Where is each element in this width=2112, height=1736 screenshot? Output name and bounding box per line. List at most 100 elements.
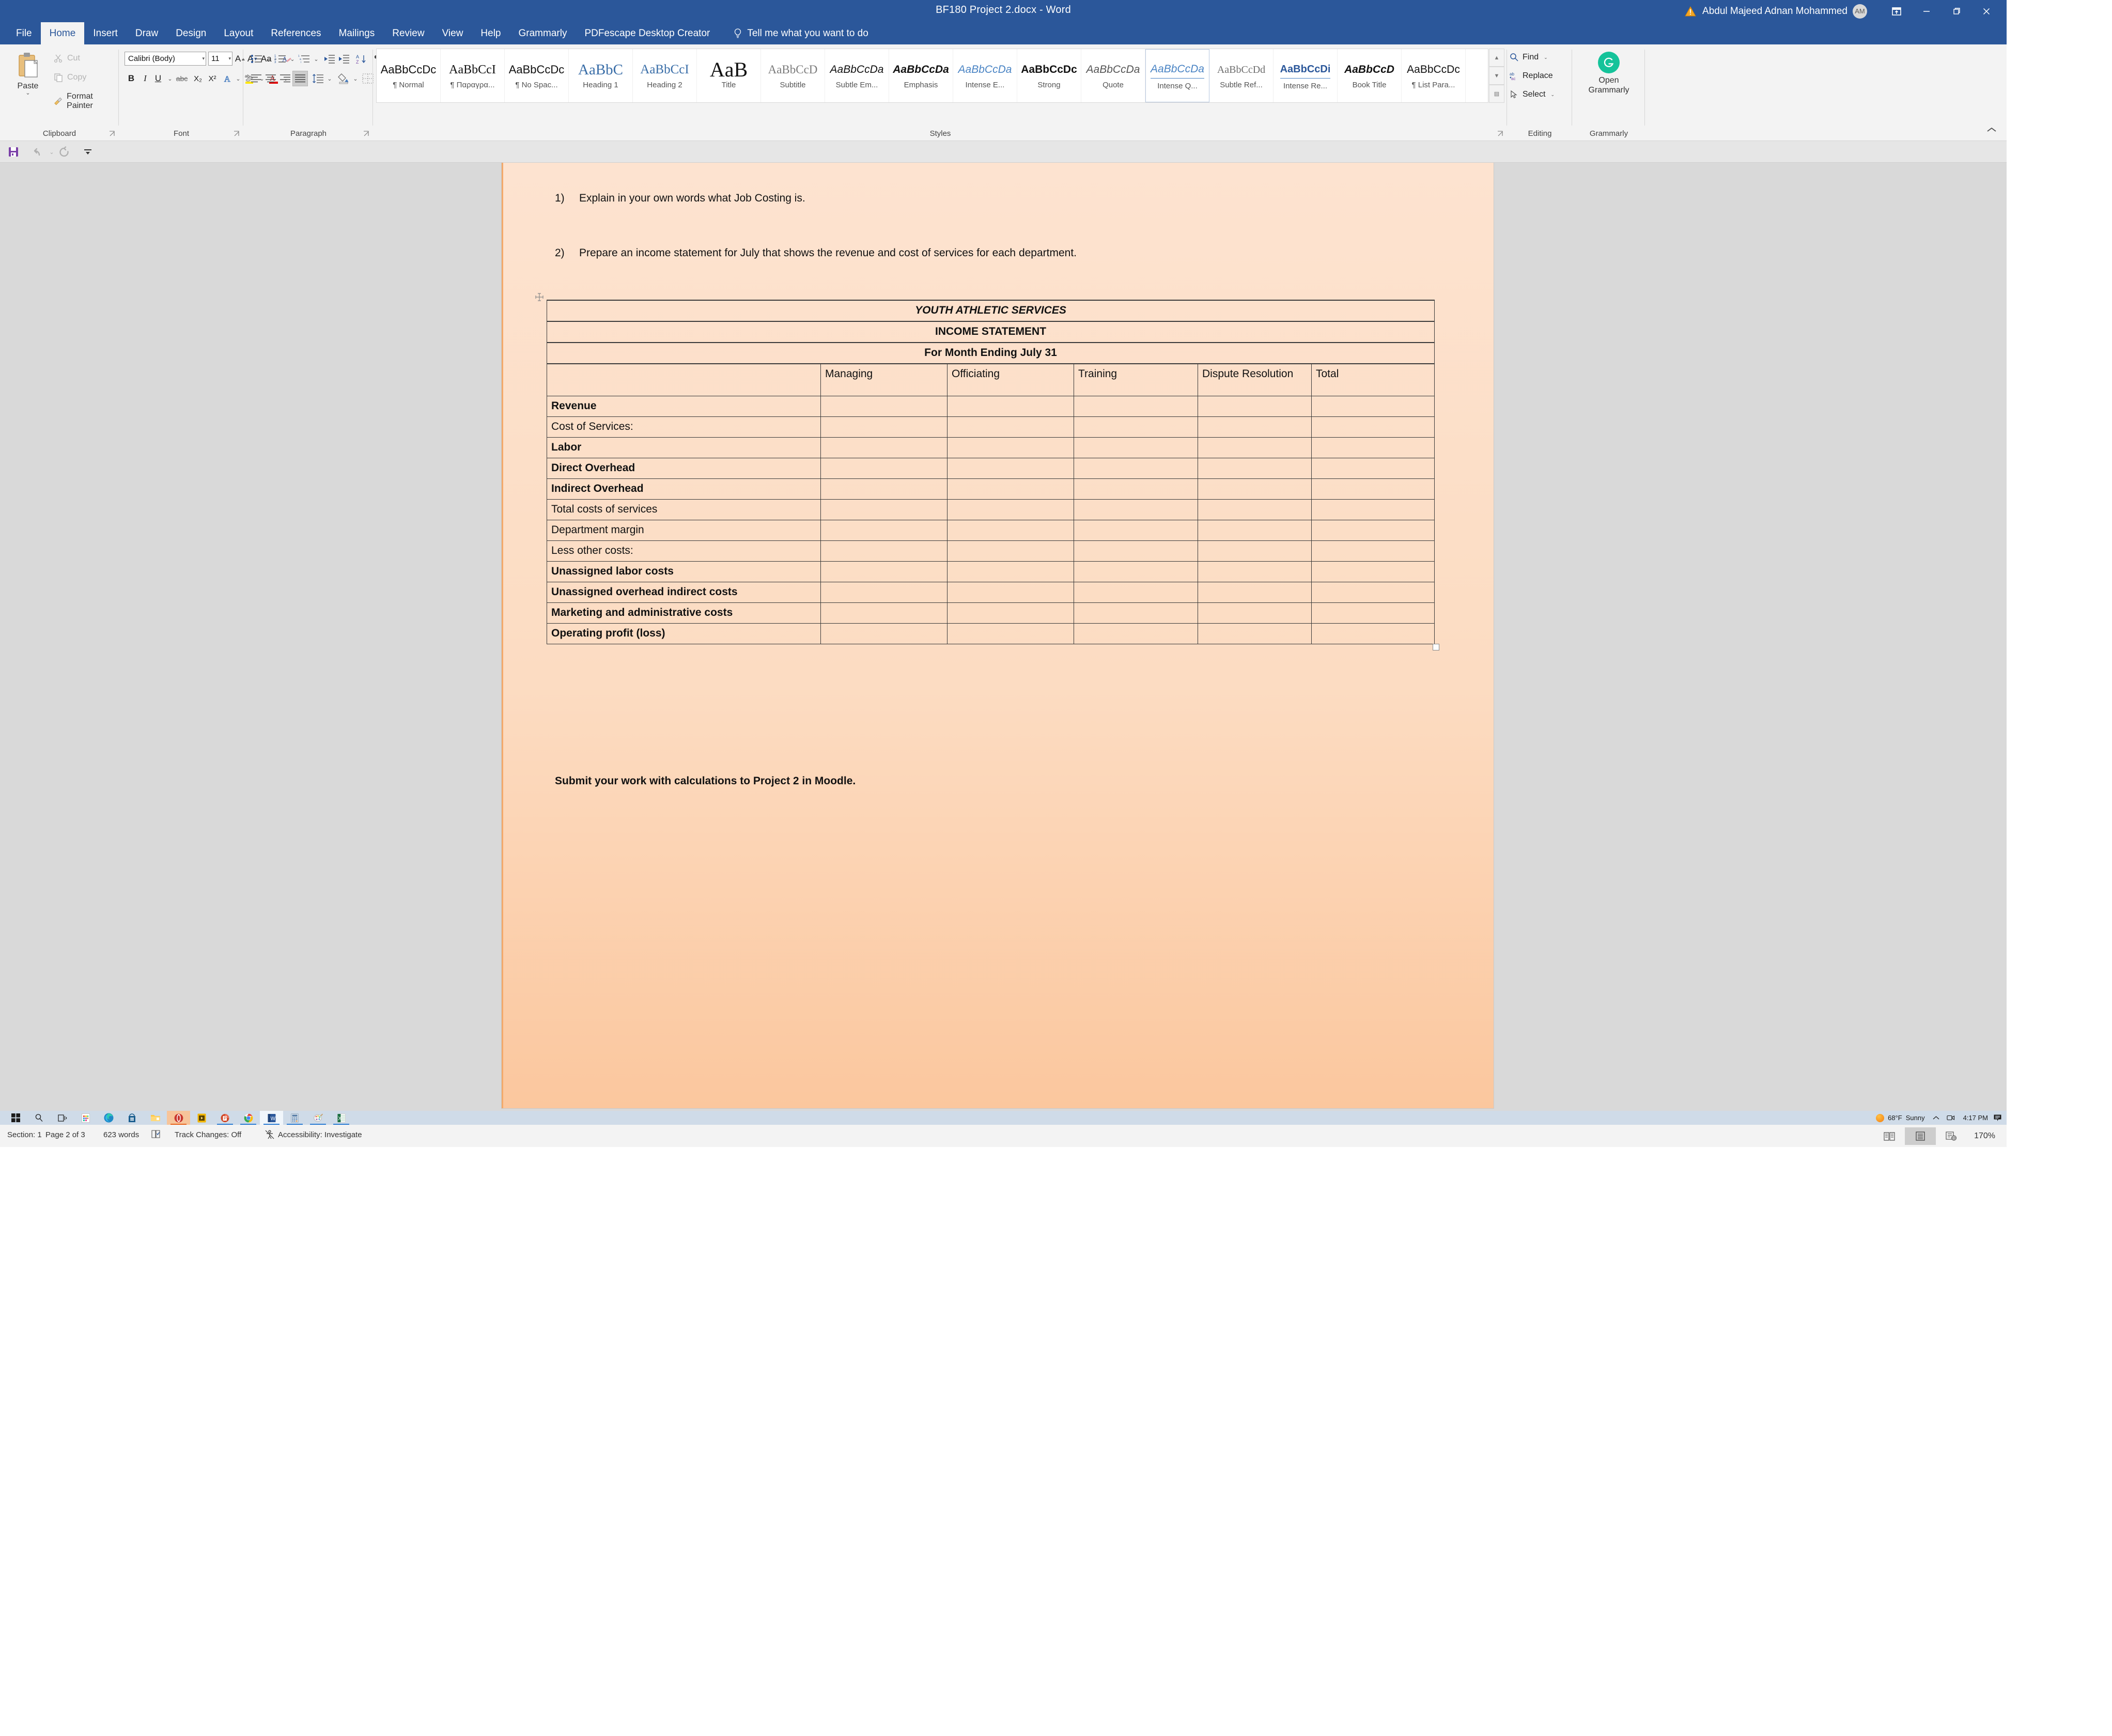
value-cell[interactable] bbox=[1198, 395, 1312, 417]
ribbon-display-options-icon[interactable] bbox=[1882, 0, 1912, 22]
microsoft-store-icon[interactable] bbox=[120, 1111, 144, 1125]
strikethrough-button[interactable]: abc bbox=[174, 71, 190, 86]
media-player-icon[interactable] bbox=[190, 1111, 213, 1125]
numbered-list-icon[interactable]: 123 bbox=[273, 52, 288, 66]
paragraph-dialog-launcher-icon[interactable] bbox=[363, 130, 370, 137]
tab-design[interactable]: Design bbox=[167, 22, 215, 44]
value-cell[interactable] bbox=[1311, 540, 1435, 562]
tab-insert[interactable]: Insert bbox=[84, 22, 127, 44]
value-cell[interactable] bbox=[947, 602, 1074, 624]
value-cell[interactable] bbox=[1074, 561, 1198, 582]
shading-icon[interactable] bbox=[337, 71, 351, 86]
line-spacing-icon[interactable] bbox=[311, 71, 325, 86]
chevron-down-icon[interactable]: ⌄ bbox=[45, 146, 58, 158]
style-item-[interactable]: AaBbCcI ¶ Παραγρα... bbox=[441, 49, 505, 102]
value-cell[interactable] bbox=[1074, 499, 1198, 520]
zoom-level[interactable]: 170% bbox=[1967, 1132, 2007, 1141]
style-item-subtle-em[interactable]: AaBbCcDa Subtle Em... bbox=[825, 49, 889, 102]
chevron-down-icon[interactable]: ⌄ bbox=[9, 90, 46, 96]
value-cell[interactable] bbox=[820, 602, 948, 624]
chevron-down-icon[interactable]: ⌄ bbox=[325, 71, 334, 86]
copy-button[interactable]: Copy bbox=[54, 73, 86, 82]
value-cell[interactable] bbox=[1074, 395, 1198, 417]
customize-quick-access-icon[interactable] bbox=[82, 146, 94, 158]
value-cell[interactable] bbox=[1198, 602, 1312, 624]
google-chrome-icon[interactable] bbox=[237, 1111, 260, 1125]
value-cell[interactable] bbox=[1311, 437, 1435, 458]
align-center-icon[interactable] bbox=[263, 71, 278, 86]
calculator-icon[interactable] bbox=[283, 1111, 306, 1125]
bold-button[interactable]: B bbox=[125, 71, 138, 86]
table-row[interactable]: Operating profit (loss) bbox=[547, 623, 1435, 644]
meet-now-icon[interactable] bbox=[1943, 1114, 1959, 1121]
save-icon[interactable] bbox=[7, 146, 20, 158]
underline-button[interactable]: U bbox=[151, 71, 165, 86]
value-cell[interactable] bbox=[1074, 478, 1198, 500]
tab-home[interactable]: Home bbox=[40, 22, 85, 44]
value-cell[interactable] bbox=[1311, 561, 1435, 582]
value-cell[interactable] bbox=[1311, 581, 1435, 603]
more-styles-icon[interactable]: ▤ bbox=[1489, 85, 1504, 103]
chevron-down-icon[interactable]: ⌄ bbox=[1544, 55, 1548, 60]
table-row[interactable]: Unassigned labor costs bbox=[547, 561, 1435, 582]
style-item-emphasis[interactable]: AaBbCcDa Emphasis bbox=[889, 49, 953, 102]
value-cell[interactable] bbox=[1074, 437, 1198, 458]
value-cell[interactable] bbox=[1311, 499, 1435, 520]
value-cell[interactable] bbox=[1074, 540, 1198, 562]
align-right-icon[interactable] bbox=[278, 71, 292, 86]
style-item-title[interactable]: AaB Title bbox=[697, 49, 761, 102]
search-icon[interactable] bbox=[27, 1111, 51, 1125]
value-cell[interactable] bbox=[1198, 581, 1312, 603]
chevron-down-icon[interactable]: ⌄ bbox=[265, 52, 273, 66]
tab-mailings[interactable]: Mailings bbox=[330, 22, 384, 44]
tab-help[interactable]: Help bbox=[472, 22, 509, 44]
value-cell[interactable] bbox=[1198, 437, 1312, 458]
value-cell[interactable] bbox=[820, 561, 948, 582]
status-section[interactable]: Section: 1 bbox=[7, 1130, 42, 1139]
style-item-intense-q[interactable]: AaBbCcDa Intense Q... bbox=[1145, 49, 1209, 102]
value-cell[interactable] bbox=[1311, 478, 1435, 500]
style-item-subtitle[interactable]: AaBbCcD Subtitle bbox=[761, 49, 825, 102]
style-item-subtle-ref[interactable]: AaBbCcDd Subtle Ref... bbox=[1209, 49, 1274, 102]
decrease-indent-icon[interactable] bbox=[322, 52, 337, 66]
table-move-handle-icon[interactable] bbox=[535, 292, 544, 302]
scroll-down-icon[interactable]: ▼ bbox=[1489, 67, 1504, 85]
replace-button[interactable]: ab ac Replace bbox=[1510, 71, 1553, 81]
value-cell[interactable] bbox=[820, 581, 948, 603]
style-item-book-title[interactable]: AaBbCcD Book Title bbox=[1338, 49, 1402, 102]
value-cell[interactable] bbox=[947, 478, 1074, 500]
chevron-down-icon[interactable]: ⌄ bbox=[312, 52, 320, 66]
value-cell[interactable] bbox=[947, 499, 1074, 520]
status-page[interactable]: Page 2 of 3 bbox=[45, 1130, 85, 1139]
clock[interactable]: 4:17 PM bbox=[1959, 1114, 1993, 1122]
clipboard-dialog-launcher-icon[interactable] bbox=[108, 130, 116, 137]
tab-grammarly[interactable]: Grammarly bbox=[510, 22, 576, 44]
value-cell[interactable] bbox=[1311, 602, 1435, 624]
restore-icon[interactable] bbox=[1942, 0, 1971, 22]
minimize-icon[interactable] bbox=[1912, 0, 1942, 22]
value-cell[interactable] bbox=[820, 437, 948, 458]
sort-az-icon[interactable]: AZ bbox=[354, 52, 369, 66]
value-cell[interactable] bbox=[1198, 623, 1312, 644]
justify-icon[interactable] bbox=[292, 71, 308, 86]
table-row[interactable]: Revenue bbox=[547, 395, 1435, 417]
value-cell[interactable] bbox=[947, 540, 1074, 562]
warning-triangle-icon[interactable] bbox=[1685, 6, 1696, 17]
table-resize-handle-icon[interactable] bbox=[1433, 643, 1439, 650]
value-cell[interactable] bbox=[947, 519, 1074, 541]
font-size-input[interactable]: 11 ▾ bbox=[208, 52, 232, 66]
style-item-list-para[interactable]: AaBbCcDc ¶ List Para... bbox=[1402, 49, 1466, 102]
avatar[interactable]: AM bbox=[1853, 4, 1867, 19]
value-cell[interactable] bbox=[1074, 581, 1198, 603]
value-cell[interactable] bbox=[820, 416, 948, 438]
style-item-strong[interactable]: AaBbCcDc Strong bbox=[1017, 49, 1081, 102]
chevron-up-icon[interactable] bbox=[1929, 1115, 1943, 1120]
value-cell[interactable] bbox=[820, 623, 948, 644]
value-cell[interactable] bbox=[947, 395, 1074, 417]
document-page[interactable]: 1) Explain in your own words what Job Co… bbox=[502, 163, 1494, 1108]
task-view-icon[interactable] bbox=[51, 1111, 74, 1125]
status-word-count[interactable]: 623 words bbox=[103, 1130, 139, 1139]
style-item-heading-1[interactable]: AaBbC Heading 1 bbox=[569, 49, 633, 102]
styles-gallery[interactable]: AaBbCcDc ¶ Normal AaBbCcI ¶ Παραγρα... AaBbC… bbox=[376, 49, 1488, 103]
undo-icon[interactable] bbox=[30, 146, 42, 158]
